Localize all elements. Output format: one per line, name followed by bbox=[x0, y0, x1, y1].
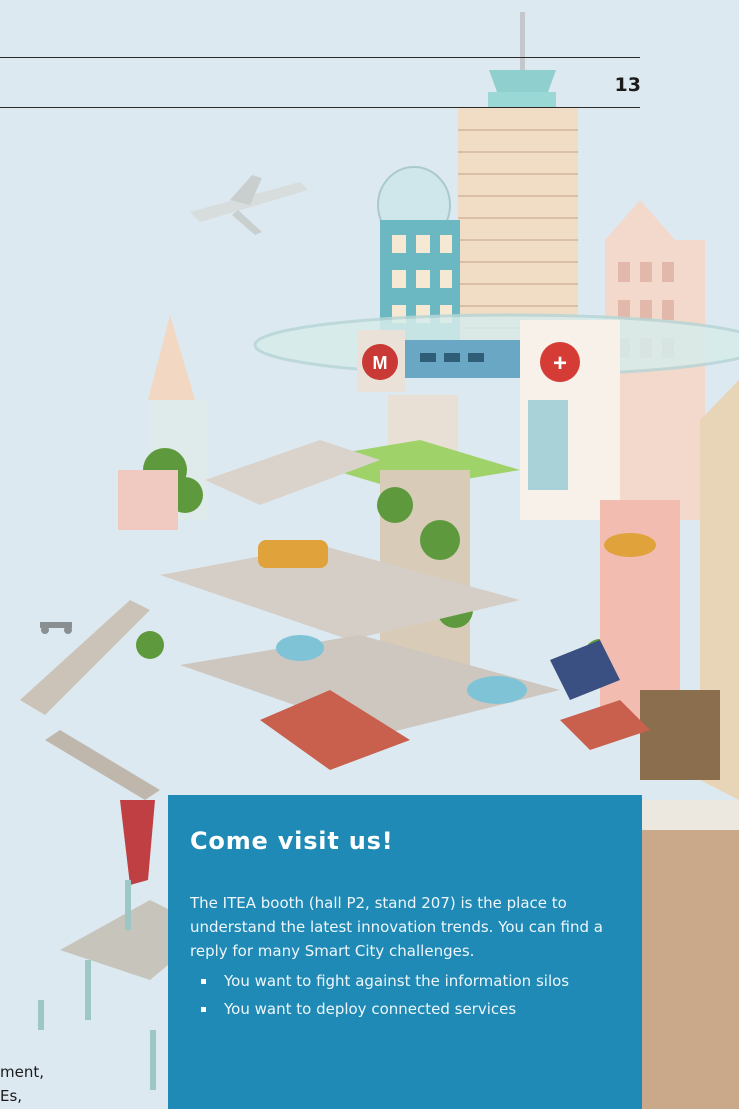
antenna bbox=[520, 12, 525, 72]
page-number: 13 bbox=[614, 74, 641, 96]
callout-bullets: You want to fight against the informatio… bbox=[190, 969, 620, 1021]
callout-body: The ITEA booth (hall P2, stand 207) is t… bbox=[190, 894, 603, 960]
car-left bbox=[276, 635, 324, 661]
cropped-line: ment, bbox=[0, 1063, 44, 1081]
blue-tower-windows bbox=[392, 235, 452, 323]
car-center bbox=[467, 676, 527, 704]
bus bbox=[258, 540, 328, 568]
header-rule-top bbox=[0, 57, 640, 58]
hospital-window bbox=[528, 400, 568, 490]
staircase-left bbox=[20, 600, 150, 715]
bullet-text: You want to deploy connected services bbox=[224, 1000, 517, 1018]
callout-box: Come visit us! The ITEA booth (hall P2, … bbox=[168, 795, 642, 1109]
staircase-lower bbox=[45, 730, 160, 800]
market-area bbox=[642, 800, 739, 1109]
bullet-item: You want to fight against the informatio… bbox=[190, 969, 620, 993]
red-foliage bbox=[120, 800, 155, 885]
cropped-body-text: ment, Es, bbox=[0, 1060, 44, 1108]
airplane bbox=[190, 175, 308, 235]
pink-wall bbox=[600, 500, 680, 720]
pink-gable bbox=[605, 200, 675, 240]
bullet-square-icon bbox=[201, 1007, 206, 1012]
spire bbox=[148, 315, 195, 400]
bullet-square-icon bbox=[201, 979, 206, 984]
spire-top bbox=[489, 70, 556, 92]
market-awning bbox=[642, 800, 739, 830]
spire-cap bbox=[488, 92, 556, 108]
callout-title: Come visit us! bbox=[190, 827, 394, 855]
bullet-item: You want to deploy connected services bbox=[190, 997, 620, 1021]
header-rule-bottom bbox=[0, 107, 640, 108]
metro-letter: M bbox=[373, 353, 388, 373]
pink-balcony bbox=[118, 470, 178, 530]
main-tower bbox=[458, 108, 578, 348]
cropped-line: Es, bbox=[0, 1087, 23, 1105]
bullet-text: You want to fight against the informatio… bbox=[224, 972, 570, 990]
drone bbox=[40, 622, 72, 634]
wood-structure bbox=[640, 690, 720, 780]
hospital-symbol: + bbox=[553, 350, 567, 377]
car-yellow bbox=[604, 533, 656, 557]
